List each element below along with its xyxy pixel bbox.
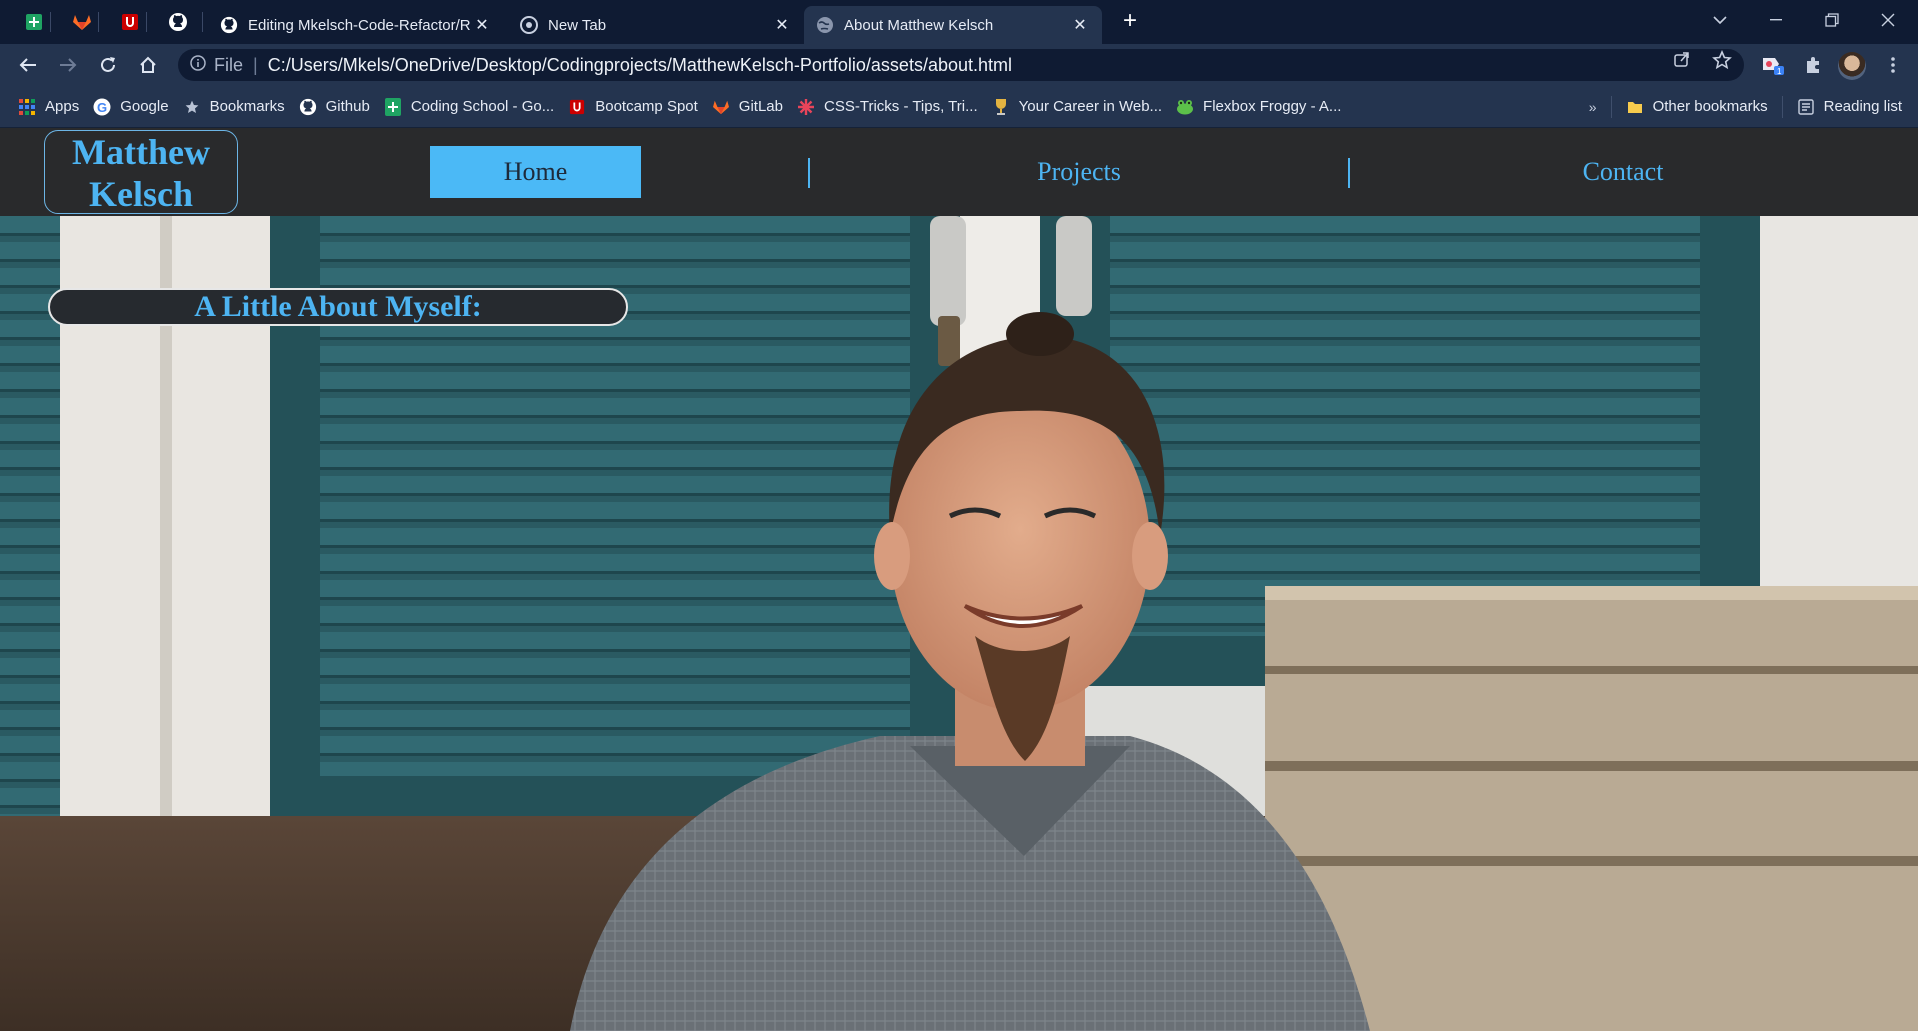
bookmarks-overflow-label: » — [1588, 98, 1597, 115]
minimize-button[interactable] — [1748, 0, 1804, 40]
nav-divider — [808, 158, 810, 188]
scheme-divider: | — [253, 54, 258, 75]
bookmark-bookmarks[interactable]: Bookmarks — [183, 98, 285, 116]
profile-avatar[interactable] — [1838, 52, 1866, 80]
tab-title: About Matthew Kelsch — [844, 16, 994, 34]
google-icon: G — [93, 98, 111, 116]
bookmark-label: Bootcamp Spot — [595, 98, 698, 115]
site-logo[interactable]: Matthew Kelsch — [44, 130, 238, 214]
close-icon[interactable]: ✕ — [1070, 15, 1090, 35]
gitlab-icon — [712, 98, 730, 116]
bookmark-label: Coding School - Go... — [410, 98, 555, 115]
bookmark-label: Apps — [45, 98, 80, 115]
bookmark-gitlab[interactable]: GitLab — [712, 98, 783, 116]
nav-projects-link[interactable]: Projects — [960, 146, 1198, 198]
hero-background-photo: A Little About Myself: — [0, 216, 1918, 1031]
apps-grid-icon — [18, 98, 36, 116]
logo-line-2: Kelsch — [89, 174, 193, 214]
bookmarks-bar: Apps G Google Bookmarks Github Coding Sc… — [0, 86, 1918, 128]
bookmark-label: Your Career in Web... — [1018, 98, 1163, 115]
nav-contact-link[interactable]: Contact — [1504, 146, 1742, 198]
bookmark-label: CSS-Tricks - Tips, Tri... — [824, 98, 978, 115]
restore-button[interactable] — [1804, 0, 1860, 40]
logo-line-1: Matthew — [72, 132, 210, 172]
other-bookmarks-folder[interactable]: Other bookmarks — [1626, 98, 1768, 116]
home-button[interactable] — [132, 50, 164, 80]
university-of-utah-icon — [568, 98, 586, 116]
bookmarks-divider — [1781, 95, 1783, 118]
bookmark-github[interactable]: Github — [299, 98, 370, 116]
site-header: Matthew Kelsch Home Projects Contact — [0, 128, 1918, 216]
google-sheets-icon — [384, 97, 402, 116]
css-tricks-icon — [797, 98, 815, 116]
share-icon[interactable] — [1668, 50, 1696, 70]
svg-text:1: 1 — [1777, 67, 1782, 76]
bookmarks-overflow-button[interactable]: » — [1589, 99, 1597, 115]
forward-button[interactable] — [52, 50, 84, 80]
trophy-icon — [992, 98, 1010, 116]
tab-title: Editing Mkelsch-Code-Refactor/R — [248, 16, 471, 34]
url-scheme: File — [214, 54, 244, 75]
address-bar[interactable]: File | C:/Users/Mkels/OneDrive/Desktop/C… — [178, 49, 1744, 81]
portrait-photo — [0, 216, 1918, 1031]
tab-new-tab[interactable]: New Tab ✕ — [508, 6, 804, 44]
chrome-icon — [520, 16, 538, 34]
github-icon — [169, 13, 187, 31]
tab-editing-refactor[interactable]: Editing Mkelsch-Code-Refactor/R ✕ — [208, 6, 504, 44]
bookmark-your-career[interactable]: Your Career in Web... — [992, 98, 1162, 116]
gitlab-icon — [73, 15, 91, 30]
reading-list-button[interactable]: Reading list — [1797, 98, 1902, 116]
bookmark-apps[interactable]: Apps — [18, 98, 79, 116]
info-icon[interactable] — [190, 54, 206, 76]
bookmark-bootcamp-spot[interactable]: Bootcamp Spot — [568, 98, 698, 116]
globe-icon — [817, 17, 833, 33]
github-icon — [299, 98, 317, 116]
bookmark-flexbox-froggy[interactable]: Flexbox Froggy - A... — [1176, 98, 1341, 116]
google-sheets-icon — [26, 14, 42, 30]
arrow-right-icon — [60, 58, 77, 72]
nav-divider — [1348, 158, 1350, 188]
tab-search-chevron-icon[interactable] — [1692, 0, 1748, 40]
reload-icon — [101, 57, 115, 72]
bookmark-star-icon[interactable] — [1708, 49, 1736, 70]
close-window-button[interactable] — [1860, 0, 1916, 40]
reading-list-icon — [1797, 98, 1815, 116]
tab-about-matthew-kelsch[interactable]: About Matthew Kelsch ✕ — [804, 6, 1102, 44]
home-icon — [140, 56, 156, 73]
university-of-utah-icon — [122, 14, 138, 30]
close-icon[interactable]: ✕ — [772, 15, 792, 35]
folder-icon — [1626, 98, 1644, 116]
reload-button[interactable] — [92, 50, 124, 80]
bookmarks-divider — [1610, 95, 1612, 118]
bookmark-coding-school[interactable]: Coding School - Go... — [384, 97, 555, 116]
about-heading: A Little About Myself: — [48, 288, 628, 326]
bookmark-label: GitLab — [738, 98, 783, 115]
bookmark-label: Bookmarks — [209, 98, 285, 115]
tab-title: New Tab — [548, 16, 607, 34]
bookmark-google[interactable]: G Google — [93, 98, 169, 116]
bookmark-label: Github — [325, 98, 370, 115]
bookmark-css-tricks[interactable]: CSS-Tricks - Tips, Tri... — [797, 98, 978, 116]
arrow-left-icon — [19, 58, 36, 72]
tab-strip: Editing Mkelsch-Code-Refactor/R ✕ New Ta… — [0, 0, 1918, 44]
menu-kebab-icon[interactable] — [1880, 54, 1906, 76]
bookmark-label: Flexbox Froggy - A... — [1203, 98, 1342, 115]
pinned-tab-github[interactable] — [154, 0, 202, 44]
new-tab-button[interactable]: + — [1112, 8, 1148, 36]
svg-text:G: G — [97, 100, 107, 115]
url-text: C:/Users/Mkels/OneDrive/Desktop/Codingpr… — [267, 54, 1012, 75]
extensions-puzzle-icon[interactable] — [1800, 54, 1826, 76]
browser-toolbar: File | C:/Users/Mkels/OneDrive/Desktop/C… — [0, 44, 1918, 86]
nav-home-link[interactable]: Home — [430, 146, 641, 198]
page-viewport: Matthew Kelsch Home Projects Contact A L… — [0, 128, 1918, 1031]
frog-icon — [1176, 98, 1194, 116]
extension-badge-icon[interactable]: 1 — [1760, 54, 1786, 76]
back-button[interactable] — [12, 50, 44, 80]
close-icon[interactable]: ✕ — [472, 15, 492, 35]
bookmark-label: Google — [120, 98, 169, 115]
reading-list-label: Reading list — [1823, 98, 1902, 115]
github-icon — [220, 16, 238, 34]
star-icon — [183, 98, 201, 116]
other-bookmarks-label: Other bookmarks — [1652, 98, 1768, 115]
